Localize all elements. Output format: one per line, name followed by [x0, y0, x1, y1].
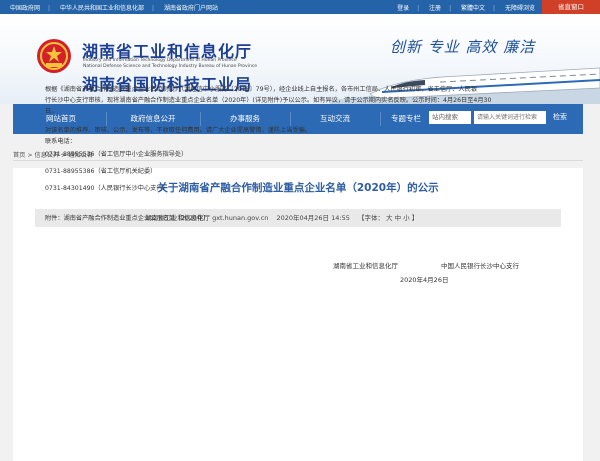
register-link[interactable]: 注册 — [429, 5, 441, 12]
link-hunan-gov[interactable]: 湖南省政府门户网站 — [164, 5, 218, 12]
link-china-gov[interactable]: 中国政府网 — [10, 5, 40, 12]
national-emblem-icon — [37, 39, 71, 73]
sign-date: 2020年4月26日 — [400, 276, 449, 284]
login-link[interactable]: 登录 — [397, 5, 409, 12]
signer-department: 湖南省工业和信息化厅 — [333, 262, 398, 270]
article-body: 根据《湖南省产融合作制造业重点企业名单制度》（湘经信中小服务〔2018〕79号）… — [45, 84, 555, 289]
external-links: 中国政府网 | 中华人民共和国工业和信息化部 | 湖南省政府门户网站 — [10, 5, 218, 12]
gov-window-button[interactable]: 省直窗口 — [542, 0, 600, 14]
paragraph-line: 日。 — [45, 108, 58, 115]
account-links: 登录 | 注册 | 繁體中文 | 无障碍浏览 — [397, 5, 535, 12]
link-miit[interactable]: 中华人民共和国工业和信息化部 — [60, 5, 144, 12]
contact-phone: 0731-84301490（人民银行长沙中心支行） — [45, 185, 169, 192]
sign-date-row: 2020年4月26日 — [45, 275, 555, 289]
site-title-en: Industry and Information Technology Depa… — [83, 58, 237, 63]
paragraph-line: 根据《湖南省产融合作制造业重点企业名单制度》（湘经信中小服务〔2018〕79号）… — [45, 86, 477, 93]
contact-phone: 0731-88955536（省工信厅中小企业服务指导处） — [45, 151, 188, 158]
traditional-chinese-link[interactable]: 繁體中文 — [461, 5, 485, 12]
signature-block: 湖南省工业和信息化厅 中国人民银行长沙中心支行 — [45, 261, 555, 275]
attachment-link[interactable]: 附件：湖南省产融合作制造业重点企业公示名单（2020年） — [45, 213, 555, 224]
contact-phone: 0731-88955386（省工信厅机关纪委） — [45, 168, 157, 175]
contact-label: 联系电话： — [45, 138, 76, 145]
signer-bank: 中国人民银行长沙中心支行 — [441, 262, 519, 270]
paragraph-line: 行长沙中心支行审核，现将湖南省产融合作制造业重点企业名单（2020年）(详见附件… — [45, 97, 492, 104]
site-subtitle-en: National Defense Science and Technology … — [83, 64, 258, 69]
accessibility-link[interactable]: 无障碍浏览 — [505, 5, 535, 12]
fee-notice: 对该名单的推荐、审核、公示、发布等，不收取任何费用。请广大企业提高警惕，谨防上当… — [45, 127, 312, 134]
top-utility-bar: 中国政府网 | 中华人民共和国工业和信息化部 | 湖南省政府门户网站 登录 | 注册 |… — [0, 0, 600, 14]
